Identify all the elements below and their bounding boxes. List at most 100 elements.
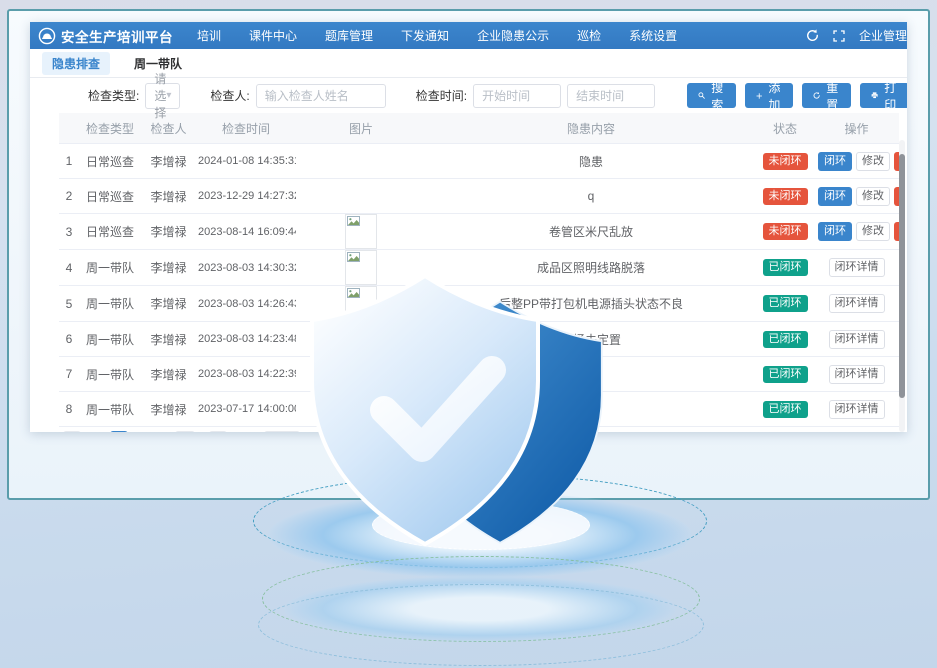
cell-status: 未闭环 <box>756 214 814 250</box>
cell-check-time: 2023-07-17 14:00:00 <box>196 392 296 427</box>
cell-hazard-content: 隐患 <box>426 144 756 179</box>
nav-item-0[interactable]: 培训 <box>183 22 235 49</box>
cell-row-number: 7 <box>59 357 79 392</box>
cell-image <box>296 214 426 250</box>
page-background: 安全生产培训平台 培训课件中心题库管理下发通知企业隐患公示巡检系统设置 <box>0 0 937 668</box>
cell-inspector: 李增禄 <box>141 179 196 214</box>
edit-button[interactable]: 修改 <box>856 222 890 241</box>
cell-check-time: 2023-12-29 14:27:32 <box>196 179 296 214</box>
cell-status: 已闭环 <box>756 250 814 286</box>
cell-row-number: 3 <box>59 214 79 250</box>
cell-image <box>296 179 426 214</box>
table-scrollbar[interactable] <box>899 140 905 432</box>
status-badge: 已闭环 <box>763 366 808 383</box>
cell-row-number: 6 <box>59 322 79 357</box>
page-button[interactable] <box>209 431 227 432</box>
cell-row-number: 4 <box>59 250 79 286</box>
cell-status: 未闭环 <box>756 179 814 214</box>
nav-item-1[interactable]: 课件中心 <box>235 22 311 49</box>
tab-0[interactable]: 隐患排查 <box>42 52 110 75</box>
cell-check-time: 2023-08-03 14:30:32 <box>196 250 296 286</box>
check-type-label: 检查类型: <box>88 87 139 104</box>
table-row: 2日常巡查李增禄2023-12-29 14:27:32q未闭环闭环修改删除 <box>59 179 899 214</box>
nav-item-3[interactable]: 下发通知 <box>387 22 463 49</box>
loop-detail-button[interactable]: 闭环详情 <box>829 294 885 313</box>
nav-right: 企业管理 <box>806 27 907 44</box>
column-header-2: 检查人 <box>141 113 196 144</box>
page-button-1[interactable]: 1 <box>110 431 128 432</box>
nav-item-2[interactable]: 题库管理 <box>311 22 387 49</box>
chevron-down-icon: ▾ <box>166 90 171 101</box>
cell-check-time: 2023-08-14 16:09:44 <box>196 214 296 250</box>
reset-button[interactable]: 重置 <box>802 83 851 108</box>
cell-actions: 闭环详情 <box>814 392 899 427</box>
cell-check-type: 周一带队 <box>79 250 141 286</box>
refresh-icon[interactable] <box>806 29 819 42</box>
cell-image <box>296 144 426 179</box>
status-badge: 已闭环 <box>763 259 808 276</box>
page-size-select[interactable] <box>264 431 300 432</box>
status-badge: 未闭环 <box>763 188 808 205</box>
close-loop-button[interactable]: 闭环 <box>818 152 852 171</box>
cell-status: 已闭环 <box>756 357 814 392</box>
check-time-label: 检查时间: <box>416 87 467 104</box>
close-loop-button[interactable]: 闭环 <box>818 222 852 241</box>
status-badge: 未闭环 <box>763 153 808 170</box>
inspector-input[interactable] <box>256 84 386 108</box>
edit-button[interactable]: 修改 <box>856 187 890 206</box>
print-button[interactable]: 打印 <box>860 83 907 108</box>
page-prev-button[interactable] <box>63 431 81 432</box>
table-row: 1日常巡查李增禄2024-01-08 14:35:31隐患未闭环闭环修改删除 <box>59 144 899 179</box>
scrollbar-thumb[interactable] <box>899 154 905 398</box>
table-row: 3日常巡查李增禄2023-08-14 16:09:44卷管区米尺乱放未闭环闭环修… <box>59 214 899 250</box>
cell-actions: 闭环详情 <box>814 250 899 286</box>
loop-detail-button[interactable]: 闭环详情 <box>829 400 885 419</box>
cell-status: 已闭环 <box>756 322 814 357</box>
cell-status: 已闭环 <box>756 286 814 322</box>
check-type-value: 请选择 <box>154 70 166 121</box>
cell-actions: 闭环详情 <box>814 286 899 322</box>
end-time-input[interactable] <box>567 84 655 108</box>
table-header-row: 检查类型检查人检查时间图片隐患内容状态操作 <box>59 113 899 144</box>
status-badge: 未闭环 <box>763 223 808 240</box>
close-loop-button[interactable]: 闭环 <box>818 187 852 206</box>
nav-item-4[interactable]: 企业隐患公示 <box>463 22 563 49</box>
cell-check-time: 2024-01-08 14:35:31 <box>196 144 296 179</box>
status-badge: 已闭环 <box>763 401 808 418</box>
cell-inspector: 李增禄 <box>141 214 196 250</box>
shield-check-graphic <box>296 272 630 558</box>
nav-item-5[interactable]: 巡检 <box>563 22 615 49</box>
loop-detail-button[interactable]: 闭环详情 <box>829 330 885 349</box>
brand-title: 安全生产培训平台 <box>61 26 173 46</box>
cell-inspector: 李增禄 <box>141 250 196 286</box>
cell-check-type: 日常巡查 <box>79 179 141 214</box>
start-time-input[interactable] <box>473 84 561 108</box>
column-header-7: 操作 <box>814 113 899 144</box>
top-navbar: 安全生产培训平台 培训课件中心题库管理下发通知企业隐患公示巡检系统设置 <box>30 22 907 49</box>
brand[interactable]: 安全生产培训平台 <box>30 26 183 46</box>
nav-user-menu[interactable]: 企业管理 <box>859 27 907 44</box>
cell-actions: 闭环详情 <box>814 322 899 357</box>
cell-hazard-content: q <box>426 179 756 214</box>
search-button[interactable]: 搜索 <box>687 83 736 108</box>
hazard-image-broken[interactable] <box>345 214 377 249</box>
cell-inspector: 李增禄 <box>141 357 196 392</box>
cell-row-number: 8 <box>59 392 79 427</box>
page-button[interactable] <box>175 431 195 432</box>
cell-inspector: 李增禄 <box>141 144 196 179</box>
add-button[interactable]: 添加 <box>745 83 793 108</box>
edit-button[interactable]: 修改 <box>856 152 890 171</box>
cell-check-type: 周一带队 <box>79 286 141 322</box>
column-header-0 <box>59 113 79 144</box>
fullscreen-icon[interactable] <box>833 30 845 42</box>
loop-detail-button[interactable]: 闭环详情 <box>829 365 885 384</box>
cell-actions: 闭环修改删除 <box>814 214 899 250</box>
cell-status: 已闭环 <box>756 392 814 427</box>
loop-detail-button[interactable]: 闭环详情 <box>829 258 885 277</box>
cell-check-type: 周一带队 <box>79 392 141 427</box>
column-header-1: 检查类型 <box>79 113 141 144</box>
nav-item-6[interactable]: 系统设置 <box>615 22 691 49</box>
check-type-select[interactable]: 请选择 ▾ <box>145 83 180 109</box>
cell-actions: 闭环修改删除 <box>814 179 899 214</box>
column-header-6: 状态 <box>756 113 814 144</box>
